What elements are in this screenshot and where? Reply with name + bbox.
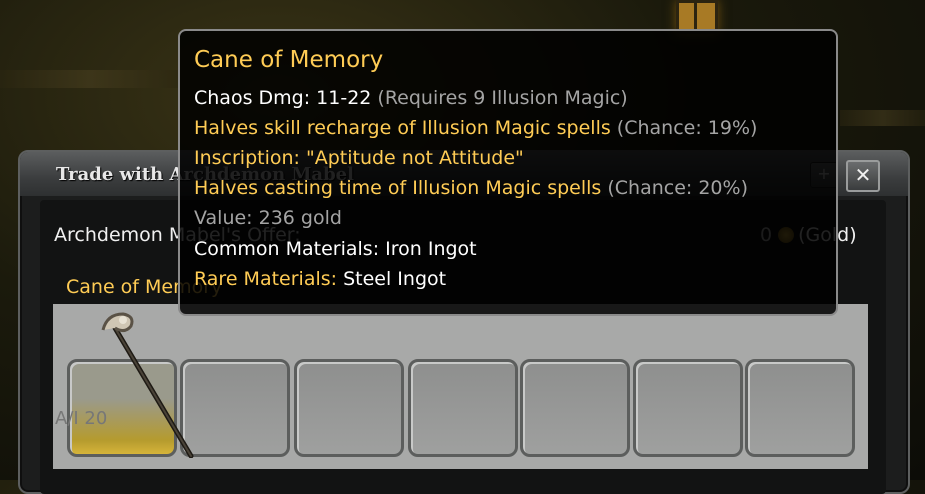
- item-tooltip: Cane of Memory Chaos Dmg: 11-22 (Require…: [178, 29, 838, 316]
- tooltip-damage: Chaos Dmg: 11-22: [194, 87, 372, 109]
- cane-icon[interactable]: [93, 308, 203, 458]
- tooltip-mod2-line: Halves casting time of Illusion Magic sp…: [194, 177, 748, 199]
- tooltip-rare-materials-line: Rare Materials: Steel Ingot: [194, 268, 446, 290]
- tooltip-mod1: Halves skill recharge of Illusion Magic …: [194, 117, 611, 139]
- slot-count: A/I 20: [55, 408, 108, 429]
- background-beam: [0, 70, 180, 88]
- item-slot[interactable]: [294, 359, 404, 457]
- tooltip-damage-line: Chaos Dmg: 11-22 (Requires 9 Illusion Ma…: [194, 87, 628, 109]
- tooltip-mod1-line: Halves skill recharge of Illusion Magic …: [194, 117, 757, 139]
- tooltip-inscription: Inscription: "Aptitude not Attitude": [194, 147, 524, 169]
- tooltip-item-name: Cane of Memory: [194, 47, 384, 73]
- item-slot[interactable]: [633, 359, 743, 457]
- tooltip-rare-label: Rare Materials:: [194, 268, 338, 290]
- tooltip-damage-requirement: (Requires 9 Illusion Magic): [377, 87, 628, 109]
- tooltip-rare-value: Steel Ingot: [343, 268, 447, 290]
- tooltip-mod2-chance: (Chance: 20%): [607, 177, 748, 199]
- item-slot[interactable]: [745, 359, 855, 457]
- tooltip-mod1-chance: (Chance: 19%): [616, 117, 758, 139]
- background-beam: [840, 110, 925, 126]
- close-button[interactable]: ✕: [846, 160, 880, 192]
- tooltip-common-materials: Common Materials: Iron Ingot: [194, 238, 477, 260]
- item-slot[interactable]: [520, 359, 630, 457]
- item-slot[interactable]: [408, 359, 518, 457]
- tooltip-value: Value: 236 gold: [194, 207, 342, 229]
- item-slots-area: A/I 20: [53, 304, 868, 469]
- tooltip-mod2: Halves casting time of Illusion Magic sp…: [194, 177, 602, 199]
